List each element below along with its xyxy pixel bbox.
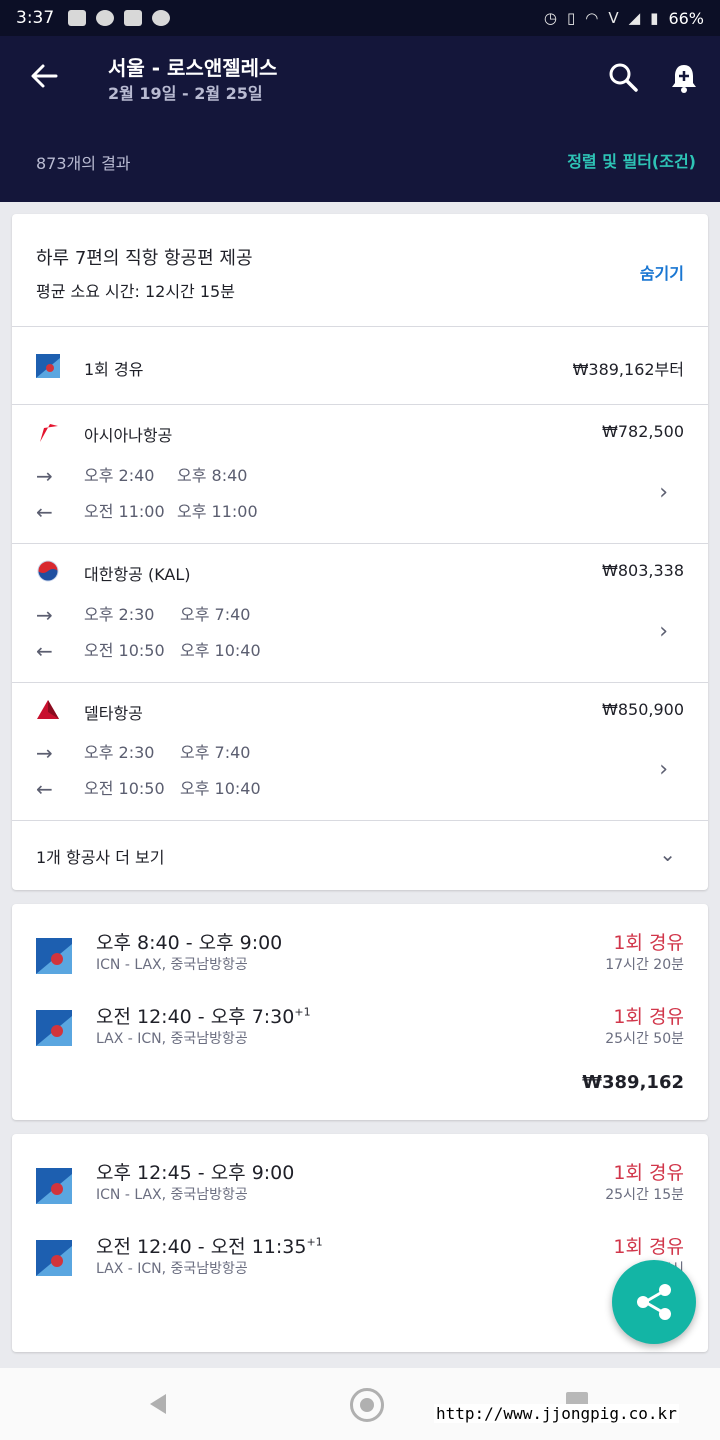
chevron-right-icon: › <box>659 619 668 644</box>
return-arrow-icon: ← <box>36 639 53 663</box>
divider <box>12 404 708 405</box>
leg-duration: 17시간 20분 <box>605 957 684 973</box>
leg-stops: 1회 경유 <box>613 1006 684 1028</box>
return-departure: 오전 10:50 <box>84 779 165 798</box>
direct-flights-card: 하루 7편의 직항 항공편 제공 평균 소요 시간: 12시간 15분 숨기기 … <box>12 214 708 890</box>
korean-air-logo-icon <box>37 560 59 582</box>
leg-stops: 1회 경유 <box>613 1236 684 1258</box>
share-button[interactable] <box>612 1260 696 1344</box>
wifi-icon: ◠ <box>585 9 599 27</box>
app-header: 서울 - 로스앤젤레스 2월 19일 - 2월 25일 873개의 결과 정렬 … <box>0 36 720 202</box>
outbound-departure: 오후 2:40 <box>84 466 155 485</box>
china-southern-logo-icon <box>36 1168 72 1204</box>
status-time: 3:37 <box>16 8 55 28</box>
system-navigation-bar: http://www.jjongpig.co.kr <box>0 1368 720 1440</box>
outbound-departure: 오후 2:30 <box>84 743 155 762</box>
outbound-arrow-icon: → <box>36 464 53 488</box>
chevron-right-icon: › <box>659 757 668 782</box>
outbound-arrival: 오후 7:40 <box>180 743 251 762</box>
airline-price: ₩850,900 <box>602 700 684 719</box>
leg-times: 오전 12:40 - 오후 7:30+1 <box>96 1002 311 1029</box>
outbound-arrival: 오후 8:40 <box>177 466 248 485</box>
leg-time-range: 오후 12:45 - 오후 9:00 <box>96 1162 295 1184</box>
chevron-right-icon: › <box>659 480 668 505</box>
leg-time-range: 오전 12:40 - 오후 7:30 <box>96 1006 295 1028</box>
flight-result-card[interactable]: 오후 12:45 - 오후 9:00 ICN - LAX, 중국남방항공 1회 … <box>12 1134 708 1352</box>
signal-icon: ◢ <box>628 9 641 27</box>
return-arrow-icon: ← <box>36 500 53 524</box>
day-offset: +1 <box>294 1005 311 1019</box>
outbound-arrival: 오후 7:40 <box>180 605 251 624</box>
return-departure: 오전 11:00 <box>84 502 165 521</box>
airline-name: 델타항공 <box>84 704 143 723</box>
route-title: 서울 - 로스앤젤레스 <box>108 56 278 80</box>
leg-route: LAX - ICN, 중국남방항공 <box>96 1261 248 1277</box>
leg-route: ICN - LAX, 중국남방항공 <box>96 957 248 973</box>
leg-times: 오후 8:40 - 오후 9:00 <box>96 928 282 955</box>
delta-logo-icon <box>37 700 59 719</box>
results-count: 873개의 결과 <box>36 154 131 173</box>
divider <box>12 820 708 821</box>
price-alert-bell-icon[interactable] <box>668 62 700 94</box>
nav-back-icon[interactable] <box>146 1392 170 1416</box>
outbound-arrow-icon: → <box>36 603 53 627</box>
hide-button[interactable]: 숨기기 <box>640 260 684 284</box>
sort-filter-button[interactable]: 정렬 및 필터(조건) <box>567 148 696 172</box>
china-southern-logo-icon <box>36 938 72 974</box>
leg-route: ICN - LAX, 중국남방항공 <box>96 1187 248 1203</box>
divider <box>12 682 708 683</box>
direct-summary-title: 하루 7편의 직항 항공편 제공 <box>36 248 253 269</box>
battery-percent: 66% <box>668 8 704 28</box>
nav-home-icon[interactable] <box>350 1388 384 1422</box>
leg-time-range: 오전 12:40 - 오전 11:35 <box>96 1236 307 1258</box>
airline-price: ₩782,500 <box>602 422 684 441</box>
return-arrival: 오후 10:40 <box>180 779 261 798</box>
return-arrival: 오후 11:00 <box>177 502 258 521</box>
watermark: http://www.jjongpig.co.kr <box>434 1404 679 1423</box>
status-bar: 3:37 ◷ ▯ ◠ V ◢ ▮ 66% <box>0 0 720 36</box>
leg-duration: 25시간 50분 <box>605 1031 684 1047</box>
notification-icon <box>68 10 87 26</box>
asiana-logo-icon <box>40 424 58 442</box>
leg-time-range: 오후 8:40 - 오후 9:00 <box>96 932 283 954</box>
china-southern-logo-icon <box>36 1240 72 1276</box>
leg-stops: 1회 경유 <box>613 1162 684 1184</box>
app-c-icon <box>96 10 115 26</box>
average-duration: 평균 소요 시간: 12시간 15분 <box>36 282 235 301</box>
talk-icon <box>152 10 171 26</box>
app-notification-icon <box>124 10 143 26</box>
flight-result-card[interactable]: 오후 8:40 - 오후 9:00 ICN - LAX, 중국남방항공 1회 경… <box>12 904 708 1120</box>
airline-name: 아시아나항공 <box>84 426 173 445</box>
vibrate-icon: ▯ <box>567 9 576 27</box>
airline-price: ₩803,338 <box>602 561 684 580</box>
alarm-icon: ◷ <box>543 9 557 27</box>
china-southern-logo-icon <box>36 354 60 378</box>
outbound-arrow-icon: → <box>36 741 53 765</box>
total-price: ₩389,162 <box>582 1072 684 1093</box>
battery-icon: ▮ <box>650 9 659 27</box>
back-arrow-icon[interactable] <box>28 60 60 92</box>
chevron-down-icon[interactable]: ⌄ <box>659 842 676 866</box>
divider <box>12 326 708 327</box>
outbound-departure: 오후 2:30 <box>84 605 155 624</box>
trip-dates: 2월 19일 - 2월 25일 <box>108 84 263 103</box>
volte-icon: V <box>608 9 619 27</box>
leg-times: 오전 12:40 - 오전 11:35+1 <box>96 1232 323 1259</box>
one-stop-price: ₩389,162부터 <box>572 360 684 379</box>
leg-route: LAX - ICN, 중국남방항공 <box>96 1031 248 1047</box>
return-departure: 오전 10:50 <box>84 641 165 660</box>
more-airlines-button[interactable]: 1개 항공사 더 보기 <box>36 844 164 868</box>
one-stop-label: 1회 경유 <box>84 360 144 379</box>
leg-times: 오후 12:45 - 오후 9:00 <box>96 1158 294 1185</box>
share-icon <box>637 1284 671 1320</box>
day-offset: +1 <box>306 1235 323 1249</box>
leg-duration: 25시간 15분 <box>605 1187 684 1203</box>
divider <box>12 543 708 544</box>
leg-stops: 1회 경유 <box>613 932 684 954</box>
china-southern-logo-icon <box>36 1010 72 1046</box>
airline-name: 대한항공 (KAL) <box>84 565 191 584</box>
search-icon[interactable] <box>608 62 638 92</box>
return-arrow-icon: ← <box>36 777 53 801</box>
return-arrival: 오후 10:40 <box>180 641 261 660</box>
